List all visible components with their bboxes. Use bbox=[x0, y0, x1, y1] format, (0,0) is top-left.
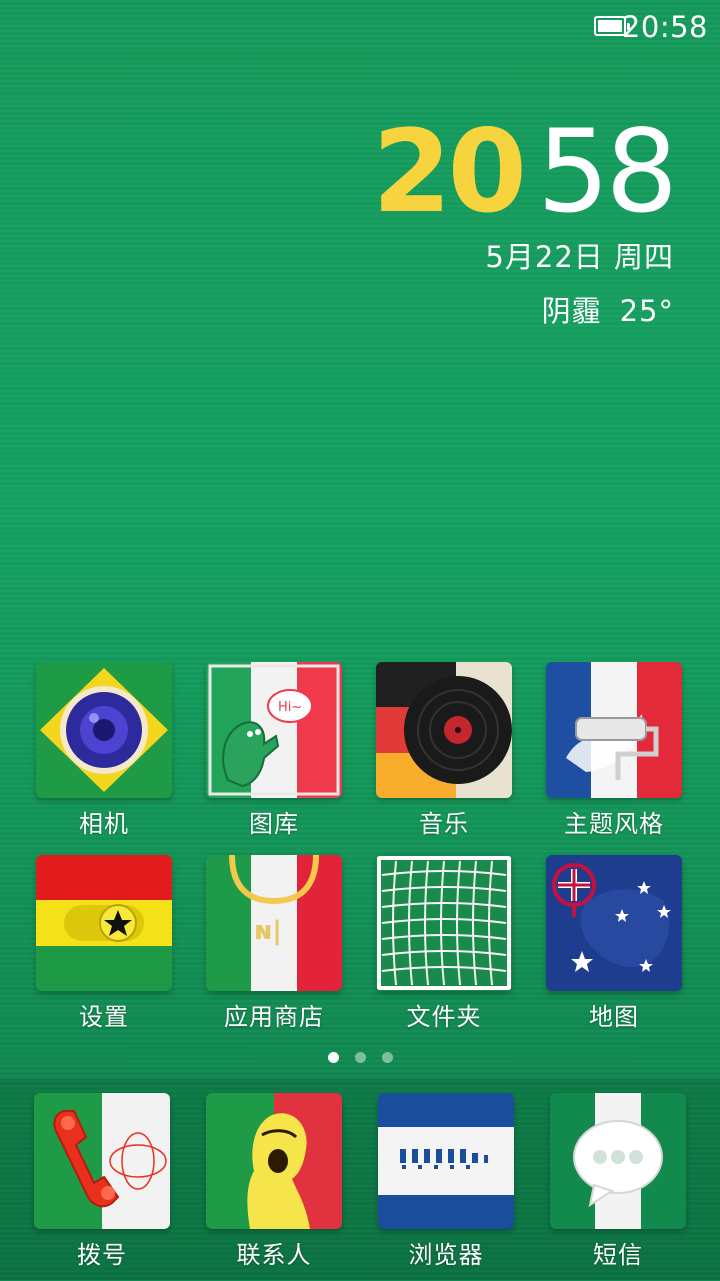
app-camera[interactable]: 相机 bbox=[19, 662, 189, 839]
app-label: 拨号 bbox=[77, 1241, 127, 1269]
page-indicator[interactable] bbox=[0, 1048, 720, 1067]
app-label: 图库 bbox=[249, 810, 299, 838]
app-theme[interactable]: 主题风格 bbox=[529, 662, 699, 839]
page-dot[interactable] bbox=[327, 1052, 339, 1063]
camera-icon bbox=[36, 662, 172, 798]
app-label: 短信 bbox=[593, 1241, 643, 1269]
app-label: 应用商店 bbox=[224, 1003, 324, 1031]
app-settings[interactable]: 设置 bbox=[19, 855, 189, 1032]
app-messages[interactable]: 短信 bbox=[533, 1093, 703, 1270]
app-phone[interactable]: 拨号 bbox=[17, 1093, 187, 1270]
app-folder[interactable]: 文件夹 bbox=[359, 855, 529, 1032]
app-label: 主题风格 bbox=[564, 810, 664, 838]
clock-minute: 58 bbox=[536, 105, 678, 238]
page-dot[interactable] bbox=[354, 1052, 366, 1063]
page-dot[interactable] bbox=[381, 1052, 393, 1063]
app-label: 浏览器 bbox=[408, 1241, 484, 1269]
status-time: 20:58 bbox=[621, 10, 708, 44]
app-gallery[interactable]: Hi~ 图库 bbox=[189, 662, 359, 839]
weather-condition: 阴霾 bbox=[541, 294, 602, 328]
phone-icon bbox=[34, 1093, 170, 1229]
browser-icon bbox=[378, 1093, 514, 1229]
app-label: 相机 bbox=[79, 810, 129, 838]
gallery-icon: Hi~ bbox=[206, 662, 342, 798]
app-label: 联系人 bbox=[236, 1241, 312, 1269]
svg-text:Hi~: Hi~ bbox=[278, 700, 302, 715]
settings-icon bbox=[36, 855, 172, 991]
app-music[interactable]: 音乐 bbox=[359, 662, 529, 839]
music-icon bbox=[376, 662, 512, 798]
app-map[interactable]: 地图 bbox=[529, 855, 699, 1032]
folder-icon bbox=[376, 855, 512, 991]
contacts-icon bbox=[206, 1093, 342, 1229]
app-label: 文件夹 bbox=[406, 1003, 482, 1031]
big-clock: 20 58 bbox=[254, 112, 678, 232]
app-label: 音乐 bbox=[419, 810, 469, 838]
clock-widget[interactable]: 20 58 5月22日 周四 阴霾 25° bbox=[254, 112, 678, 330]
app-store[interactable]: ɴ| 应用商店 bbox=[189, 855, 359, 1032]
app-label: 地图 bbox=[589, 1003, 639, 1031]
map-icon bbox=[546, 855, 682, 991]
status-bar: 20:58 bbox=[0, 0, 720, 56]
clock-hour: 20 bbox=[372, 105, 527, 238]
date-text: 5月22日 周四 bbox=[485, 240, 674, 274]
app-label: 设置 bbox=[79, 1003, 129, 1031]
theme-icon bbox=[546, 662, 682, 798]
app-browser[interactable]: 浏览器 bbox=[361, 1093, 531, 1270]
svg-text:ɴ|: ɴ| bbox=[254, 916, 282, 946]
app-store-icon: ɴ| bbox=[206, 855, 342, 991]
app-contacts[interactable]: 联系人 bbox=[189, 1093, 359, 1270]
messages-icon bbox=[550, 1093, 686, 1229]
weather-line: 阴霾 25° bbox=[254, 288, 674, 330]
dock: 拨号 联系人 浏览器 短信 bbox=[0, 1078, 720, 1281]
weather-temperature: 25° bbox=[619, 294, 674, 328]
